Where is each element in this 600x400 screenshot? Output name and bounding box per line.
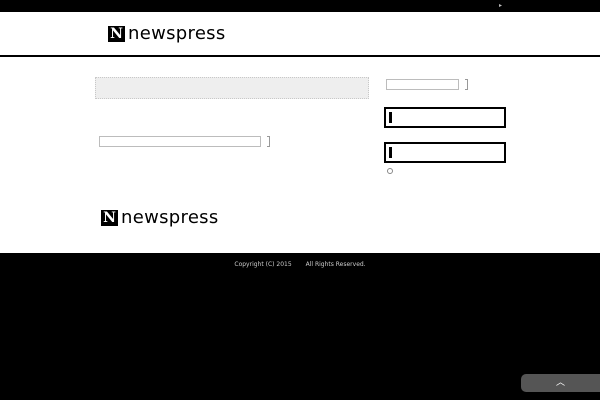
- sidebar-search: [386, 79, 468, 90]
- logo-wordmark: newspress: [128, 23, 226, 44]
- site-footer: Copyright (C) 2015 All Rights Reserved.: [0, 253, 600, 400]
- logo-mark-icon: N: [108, 26, 125, 42]
- site-logo[interactable]: N newspress: [108, 24, 226, 44]
- main-search-button[interactable]: [267, 136, 270, 147]
- main-search-input[interactable]: [99, 136, 261, 147]
- sidebar-search-input[interactable]: [386, 79, 459, 90]
- copyright-text: Copyright (C) 2015 All Rights Reserved.: [0, 261, 600, 269]
- sidebar-input-2[interactable]: [384, 142, 506, 163]
- site-header: N newspress: [0, 12, 600, 57]
- main-search: [99, 136, 270, 147]
- text-cursor: [389, 112, 392, 123]
- menu-arrow-icon[interactable]: ▸: [499, 2, 502, 10]
- logo-wordmark: newspress: [121, 207, 219, 228]
- copyright-year: Copyright (C) 2015: [234, 261, 292, 268]
- top-bar: ▸: [0, 0, 600, 12]
- content-placeholder-bar: [95, 77, 369, 99]
- back-to-top-button[interactable]: ︿: [521, 374, 600, 392]
- footer-logo[interactable]: N newspress: [101, 208, 219, 228]
- rights-reserved: All Rights Reserved.: [305, 261, 366, 268]
- logo-mark-icon: N: [101, 210, 118, 226]
- chevron-up-icon: ︿: [555, 378, 565, 388]
- radio-button[interactable]: [387, 168, 393, 174]
- sidebar-search-button[interactable]: [465, 79, 468, 90]
- text-cursor: [389, 147, 392, 158]
- sidebar-input-1[interactable]: [384, 107, 506, 128]
